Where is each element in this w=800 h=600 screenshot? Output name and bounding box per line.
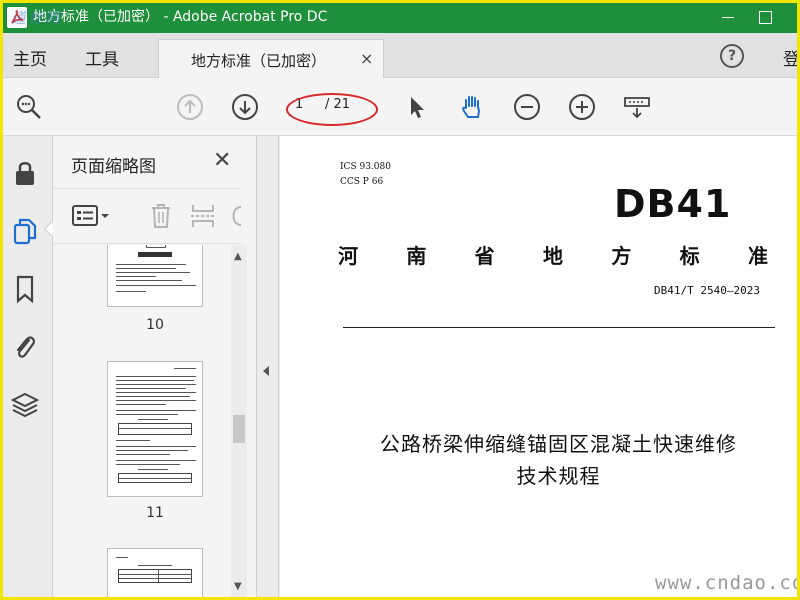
document-title-line2: 技术规程 — [516, 464, 601, 488]
thumbnails-panel: 页面缩略图 ✕ 10 11 ▲ ▼ — [53, 136, 257, 597]
zoom-out-icon[interactable] — [513, 93, 541, 121]
tab-tools[interactable]: 工具 — [85, 45, 119, 70]
divider — [343, 327, 775, 328]
panel-title: 页面缩略图 — [71, 157, 156, 177]
standard-number: DB41/T 2540—2023 — [654, 284, 760, 297]
issuer-char: 地 — [542, 244, 563, 268]
document-title-line1: 公路桥梁伸缩缝锚固区混凝土快速维修 — [380, 432, 737, 456]
rotate-icon[interactable] — [229, 202, 241, 230]
insert-page-icon[interactable] — [189, 202, 217, 230]
scroll-mode-icon[interactable] — [623, 93, 651, 121]
issuer-char: 河 — [338, 244, 358, 268]
hand-tool-icon[interactable] — [458, 93, 486, 121]
next-page-icon[interactable] — [231, 93, 259, 121]
scroll-up-icon[interactable]: ▲ — [234, 251, 242, 262]
page-total: / 21 — [325, 97, 351, 112]
page-thumbnail[interactable] — [107, 361, 203, 497]
tab-bar: 主页 工具 地方标准（已加密） × ? 登 — [3, 33, 797, 79]
close-panel-button[interactable]: ✕ — [213, 148, 231, 173]
issuer-char: 南 — [406, 244, 427, 268]
delete-icon[interactable] — [147, 202, 175, 230]
issuer-char: 方 — [611, 244, 632, 268]
close-tab-button[interactable]: × — [360, 49, 373, 68]
tab-document[interactable]: 地方标准（已加密） × — [158, 39, 384, 79]
document-tab-label: 地方标准（已加密） — [191, 52, 327, 70]
minimize-button[interactable] — [719, 9, 739, 27]
document-view[interactable]: ICS 93.080 CCS P 66 DB41 河 南 省 地 方 标 准 D… — [280, 136, 797, 597]
maximize-button[interactable] — [755, 9, 775, 27]
issuer-char: 标 — [679, 244, 700, 268]
search-zoom-icon[interactable] — [15, 93, 43, 121]
page-number-label: 11 — [146, 505, 164, 521]
issuer-heading: 河 南 省 地 方 标 准 — [338, 240, 768, 269]
scrollbar-thumb[interactable] — [233, 415, 245, 443]
previous-page-icon[interactable] — [176, 93, 204, 121]
thumbnail-scrollbar[interactable]: ▲ ▼ — [231, 245, 247, 597]
page-thumbnails-icon[interactable] — [11, 216, 39, 246]
bookmark-icon[interactable] — [11, 274, 39, 304]
layers-icon[interactable] — [11, 390, 39, 420]
title-bar: 地方标准（已加密） - Adobe Acrobat Pro DC 道标网 — [3, 3, 797, 33]
toolbar: 1 / 21 — [3, 78, 797, 136]
lock-icon[interactable] — [11, 158, 39, 188]
standard-code: DB41 — [614, 182, 732, 226]
attachment-icon[interactable] — [11, 332, 39, 362]
tab-home[interactable]: 主页 — [13, 45, 47, 70]
page-thumbnail[interactable] — [107, 548, 203, 597]
window-title: 地方标准（已加密） - Adobe Acrobat Pro DC — [33, 9, 328, 25]
site-url-watermark: www.cndao.com — [655, 572, 797, 594]
thumbnail-toolbar — [53, 188, 241, 244]
collapse-arrow-icon — [263, 366, 269, 376]
select-arrow-icon[interactable] — [403, 93, 431, 121]
app-window: 地方标准（已加密） - Adobe Acrobat Pro DC 道标网 主页 … — [3, 3, 797, 597]
page-number-label: 10 — [146, 317, 164, 333]
zoom-in-icon[interactable] — [568, 93, 596, 121]
ccs-code: CCS P 66 — [340, 177, 384, 187]
issuer-char: 准 — [747, 244, 768, 268]
page-number-input[interactable]: 1 — [291, 94, 319, 116]
thumbnail-options-icon[interactable] — [71, 203, 111, 229]
sign-in-button[interactable]: 登 — [783, 45, 797, 70]
help-icon[interactable]: ? — [720, 44, 744, 68]
issuer-char: 省 — [474, 244, 495, 268]
thumbnail-list: 10 11 — [53, 245, 257, 597]
acrobat-app-icon — [7, 7, 27, 28]
collapse-panel-handle[interactable] — [257, 136, 279, 597]
navigation-rail — [3, 136, 59, 597]
page-thumbnail[interactable] — [107, 245, 203, 307]
scroll-down-icon[interactable]: ▼ — [234, 581, 242, 592]
ics-code: ICS 93.080 — [340, 162, 391, 172]
